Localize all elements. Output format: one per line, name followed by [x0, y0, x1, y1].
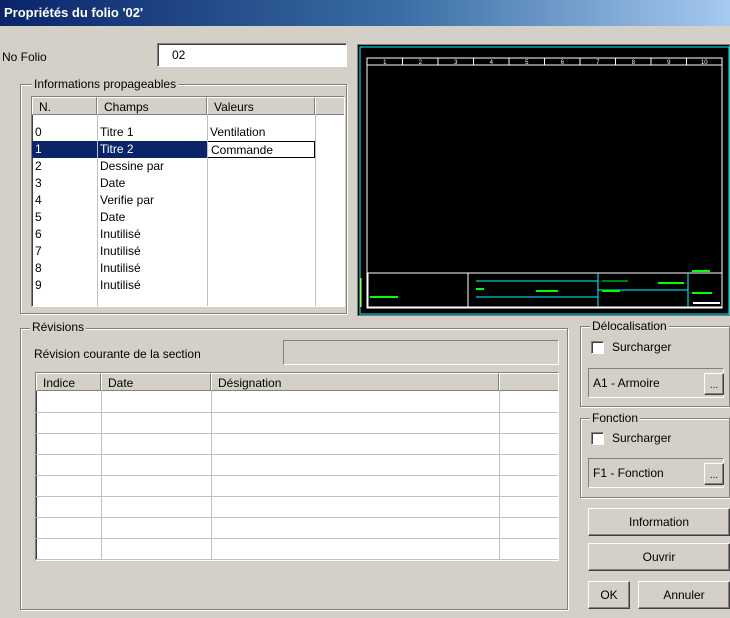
table-row[interactable]: 8 Inutilisé [32, 260, 344, 277]
table-row[interactable]: 3 Date [32, 175, 344, 192]
revision-current-label: Révision courante de la section [34, 347, 201, 361]
info-table: N. Champs Valeurs 0 Titre 1 Ventilation 1 Ti… [31, 96, 345, 307]
table-cell-n: 0 [35, 125, 42, 139]
revision-current-input[interactable] [283, 340, 559, 365]
table-cell-champ: Verifie par [100, 193, 155, 207]
header-designation[interactable]: Désignation [211, 373, 499, 391]
delocalisation-value: A1 - Armoire [593, 376, 660, 390]
table-cell-valeur[interactable]: Commande [207, 141, 315, 158]
table-row[interactable]: 9 Inutilisé [32, 277, 344, 294]
table-cell-champ: Inutilisé [100, 278, 141, 292]
ouvrir-button[interactable]: Ouvrir [588, 543, 730, 571]
table-row[interactable]: 1 Titre 2 Commande [32, 141, 344, 158]
table-cell-valeur[interactable] [207, 260, 315, 277]
table-cell-valeur[interactable] [207, 209, 315, 226]
info-legend: Informations propageables [32, 77, 179, 91]
table-cell-champ: Inutilisé [100, 227, 141, 241]
table-cell-champ: Date [100, 210, 126, 224]
ruler-number: 10 [701, 60, 708, 66]
header-n[interactable]: N. [32, 97, 97, 115]
table-row[interactable]: 2 Dessine par [32, 158, 344, 175]
table-cell-champ: Date [100, 176, 126, 190]
delocalisation-browse-button[interactable]: ... [704, 373, 724, 395]
revisions-grid [36, 391, 558, 560]
header-date[interactable]: Date [101, 373, 211, 391]
table-cell-n: 8 [35, 261, 42, 275]
header-valeurs[interactable]: Valeurs [207, 97, 315, 115]
table-cell-valeur[interactable] [207, 243, 315, 260]
table-cell-champ: Inutilisé [100, 261, 141, 275]
fonction-legend: Fonction [590, 411, 641, 425]
table-cell-n: 6 [35, 227, 42, 241]
table-cell-n: 7 [35, 244, 42, 258]
table-cell-n: 1 [32, 141, 97, 158]
ok-button[interactable]: OK [588, 581, 630, 609]
table-cell-n: 4 [35, 193, 42, 207]
table-cell-valeur[interactable] [207, 226, 315, 243]
table-row[interactable]: 7 Inutilisé [32, 243, 344, 260]
fonction-value: F1 - Fonction [593, 466, 664, 480]
annuler-button[interactable]: Annuler [638, 581, 730, 609]
table-cell-valeur[interactable] [207, 277, 315, 294]
table-row[interactable]: 5 Date [32, 209, 344, 226]
table-cell-valeur[interactable]: Ventilation [207, 124, 315, 141]
fonction-checkbox[interactable] [591, 432, 604, 445]
revisions-table: Indice Date Désignation [35, 372, 559, 561]
folio-label: No Folio [2, 50, 47, 64]
table-cell-n: 3 [35, 176, 42, 190]
table-row[interactable]: 0 Titre 1 Ventilation [32, 124, 344, 141]
table-cell-champ: Inutilisé [100, 244, 141, 258]
fonction-browse-button[interactable]: ... [704, 463, 724, 485]
delocalisation-legend: Délocalisation [590, 319, 669, 333]
preview-drawing: 1 2 3 4 5 6 7 8 9 10 [359, 46, 730, 315]
header-indice[interactable]: Indice [36, 373, 101, 391]
window-title: Propriétés du folio '02' [0, 0, 730, 26]
table-cell-valeur[interactable] [207, 158, 315, 175]
folio-input[interactable] [157, 43, 347, 67]
delocalisation-checkbox[interactable] [591, 341, 604, 354]
information-button[interactable]: Information [588, 508, 730, 536]
table-row[interactable]: 6 Inutilisé [32, 226, 344, 243]
table-cell-valeur[interactable] [207, 175, 315, 192]
table-row[interactable]: 4 Verifie par [32, 192, 344, 209]
header-empty [315, 97, 344, 115]
folio-preview: 1 2 3 4 5 6 7 8 9 10 [357, 44, 730, 316]
table-cell-n: 9 [35, 278, 42, 292]
table-cell-champ: Dessine par [100, 159, 165, 173]
table-cell-n: 2 [35, 159, 42, 173]
header-champs[interactable]: Champs [97, 97, 207, 115]
table-cell-champ: Titre 2 [97, 141, 207, 158]
delocalisation-checkbox-label: Surcharger [612, 340, 672, 354]
header-empty-2 [499, 373, 558, 391]
fonction-checkbox-label: Surcharger [612, 431, 672, 445]
revisions-legend: Révisions [30, 320, 87, 334]
table-cell-n: 5 [35, 210, 42, 224]
table-cell-valeur[interactable] [207, 192, 315, 209]
table-cell-champ: Titre 1 [100, 125, 134, 139]
